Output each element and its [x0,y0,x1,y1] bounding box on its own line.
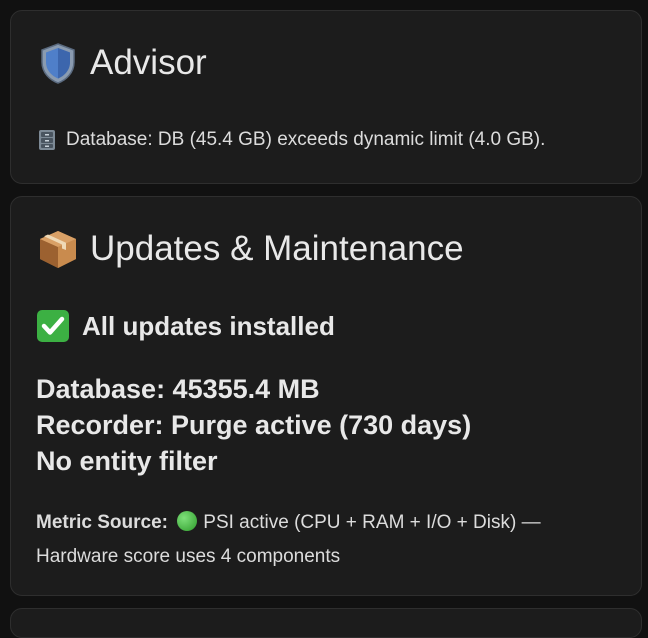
updates-status: All updates installed [36,309,335,343]
advisor-card: Advisor Database: DB (45.4 GB) exceeds d… [10,10,642,184]
recorder-status: Recorder: Purge active (730 days) [36,410,472,440]
advisor-title: Advisor [90,43,207,82]
shield-icon [36,41,80,85]
entity-filter-status: No entity filter [36,446,218,476]
file-cabinet-icon [36,129,58,151]
updates-status-text: All updates installed [82,310,335,341]
metric-source-label: Metric Source: [36,512,168,533]
green-circle-icon [177,511,198,531]
updates-card: Updates & Maintenance All updates instal… [10,196,642,596]
maintenance-info: Database: 45355.4 MB Recorder: Purge act… [36,371,471,479]
database-size: Database: 45355.4 MB [36,374,320,404]
updates-title: Updates & Maintenance [90,229,464,268]
metric-source: Metric Source: PSI active (CPU + RAM + I… [36,506,596,574]
advisor-header: Advisor [36,41,207,85]
package-icon [36,227,80,271]
updates-header: Updates & Maintenance [36,227,464,271]
advisor-message-text: Database: DB (45.4 GB) exceeds dynamic l… [66,129,546,150]
advisor-message: Database: DB (45.4 GB) exceeds dynamic l… [36,129,545,151]
check-mark-icon [36,309,70,343]
next-card [10,608,642,638]
